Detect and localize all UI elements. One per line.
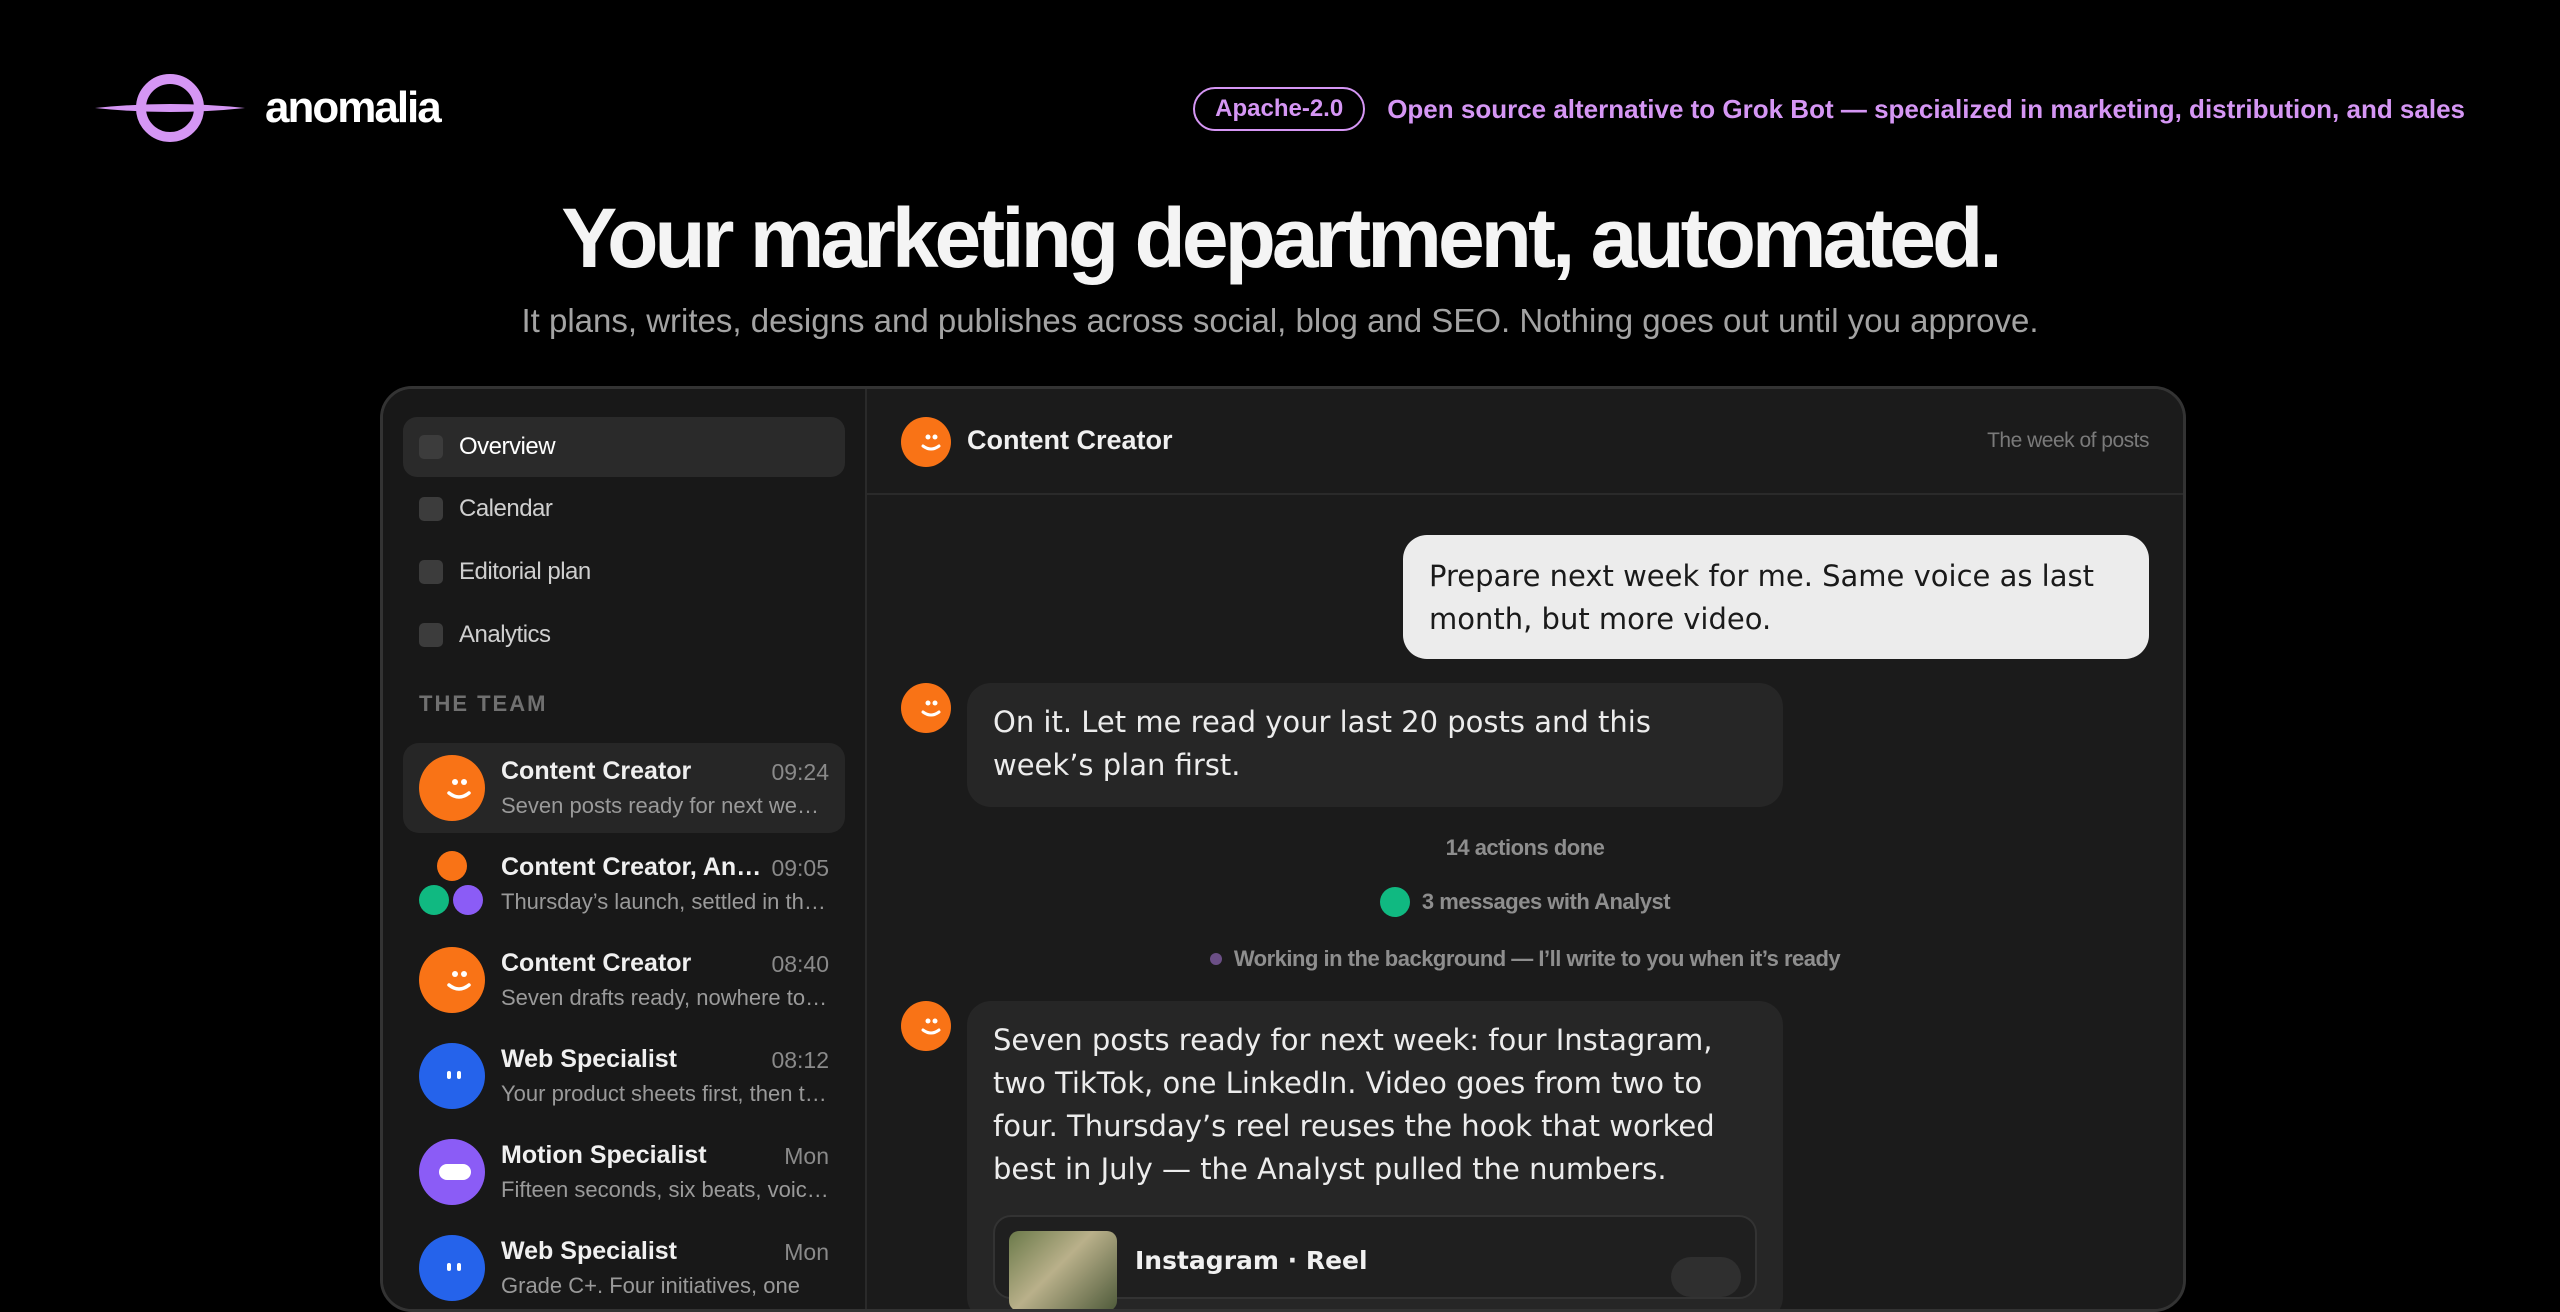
purple-pill-icon: [419, 1139, 485, 1205]
chat-header: Content Creator The week of posts: [867, 389, 2183, 495]
conversation-preview: Thursday’s launch, settled in three mess…: [501, 889, 831, 914]
orange-smile-icon: [901, 683, 951, 733]
tagline-link[interactable]: Open source alternative to Grok Bot — sp…: [1387, 94, 2465, 125]
post-attachment-card[interactable]: Instagram · Reel: [993, 1215, 1757, 1309]
conversation-name: Web Specialist: [501, 1237, 677, 1265]
conversation-time: Mon: [784, 1239, 829, 1265]
chat-meta: The week of posts: [1987, 429, 2149, 452]
chat-title: Content Creator: [967, 425, 1173, 455]
nav-label: Overview: [459, 433, 556, 460]
orange-smile-icon: [419, 947, 485, 1013]
conversation-name: Content Creator: [501, 949, 692, 977]
conversation-time: 08:40: [771, 951, 829, 977]
conversation-preview: Seven posts ready for next week: four In…: [501, 793, 831, 818]
sidebar: Overview Calendar Editorial plan Analyti…: [383, 389, 867, 1309]
orange-smile-icon: [901, 1001, 951, 1051]
assistant-message-text: Seven posts ready for next week: four In…: [993, 1023, 1715, 1186]
reel-thumbnail: [1009, 1231, 1117, 1309]
user-message: Prepare next week for me. Same voice as …: [1403, 535, 2149, 659]
group-avatar-icon: [419, 851, 485, 917]
anomalia-logo-icon: [95, 74, 245, 142]
conversation-name: Web Specialist: [501, 1045, 677, 1073]
nav-label: Calendar: [459, 495, 553, 522]
conversation-time: Mon: [784, 1143, 829, 1169]
blue-eyes-icon: [419, 1043, 485, 1109]
conversation-item[interactable]: Web Specialist Mon Grade C+. Four initia…: [403, 1223, 845, 1309]
conversation-preview: Grade C+. Four initiatives, one: [501, 1273, 800, 1298]
chat-panel: Content Creator The week of posts Prepar…: [867, 389, 2183, 1309]
analyst-avatar-icon: [1379, 887, 1410, 917]
orange-smile-icon: [901, 417, 951, 467]
status-text: 3 messages with Analyst: [1421, 889, 1671, 914]
attachment-title: Instagram · Reel: [1135, 1246, 1368, 1275]
conversation-item[interactable]: Content Creator 08:40 Seven drafts ready…: [403, 935, 845, 1025]
nav-item-overview[interactable]: Overview: [403, 417, 845, 477]
conversation-time: 08:12: [771, 1047, 829, 1073]
nav-item-editorial-plan[interactable]: Editorial plan: [403, 542, 845, 602]
brand-name: anomalia: [265, 83, 442, 132]
calendar-icon: [419, 497, 443, 521]
attachment-action-button[interactable]: [1671, 1257, 1741, 1297]
working-indicator-icon: [1209, 953, 1222, 965]
conversation-name: Content Creator, Analyst, Motion Special…: [501, 853, 771, 881]
conversation-item[interactable]: Web Specialist 08:12 Your product sheets…: [403, 1031, 845, 1121]
conversation-preview: Seven drafts ready, nowhere to publish t…: [501, 985, 831, 1010]
brand-logo[interactable]: anomalia: [95, 70, 442, 146]
conversation-item[interactable]: Motion Specialist Mon Fifteen seconds, s…: [403, 1127, 845, 1217]
status-actions-done[interactable]: 14 actions done: [867, 835, 2183, 861]
conversation-name: Motion Specialist: [501, 1141, 707, 1169]
assistant-message-posts: Seven posts ready for next week: four In…: [967, 1001, 1783, 1309]
conversation-name: Content Creator: [501, 757, 692, 785]
conversation-item[interactable]: Content Creator 09:24 Seven posts ready …: [403, 743, 845, 833]
editorial-plan-icon: [419, 560, 443, 584]
license-badge[interactable]: Apache-2.0: [1193, 87, 1366, 131]
conversation-preview: Fifteen seconds, six beats, voice-over: [501, 1177, 831, 1202]
assistant-message: On it. Let me read your last 20 posts an…: [967, 683, 1783, 807]
blue-eyes-icon: [419, 1235, 485, 1301]
topbar-announcement: Apache-2.0 Open source alternative to Gr…: [1193, 87, 2465, 131]
nav-item-analytics[interactable]: Analytics: [403, 605, 845, 665]
team-section-label: THE TEAM: [419, 691, 548, 716]
status-background: Working in the background — I’ll write t…: [867, 945, 2183, 972]
hero-headline: Your marketing department, automated.: [561, 191, 2002, 285]
app-window: Overview Calendar Editorial plan Analyti…: [380, 386, 2186, 1312]
status-analyst-messages[interactable]: 3 messages with Analyst: [867, 887, 2183, 923]
conversation-preview: Your product sheets first, then the blog: [501, 1081, 831, 1106]
analytics-icon: [419, 623, 443, 647]
nav-label: Analytics: [459, 621, 551, 648]
orange-smile-icon: [419, 755, 485, 821]
hero-subline: It plans, writes, designs and publishes …: [521, 302, 2039, 339]
nav-label: Editorial plan: [459, 558, 591, 585]
conversation-time: 09:05: [771, 855, 829, 881]
conversation-time: 09:24: [771, 759, 829, 785]
status-text: Working in the background — I’ll write t…: [1233, 946, 1841, 971]
overview-icon: [419, 435, 443, 459]
conversation-item[interactable]: Content Creator, Analyst, Motion Special…: [403, 839, 845, 929]
nav-item-calendar[interactable]: Calendar: [403, 479, 845, 539]
